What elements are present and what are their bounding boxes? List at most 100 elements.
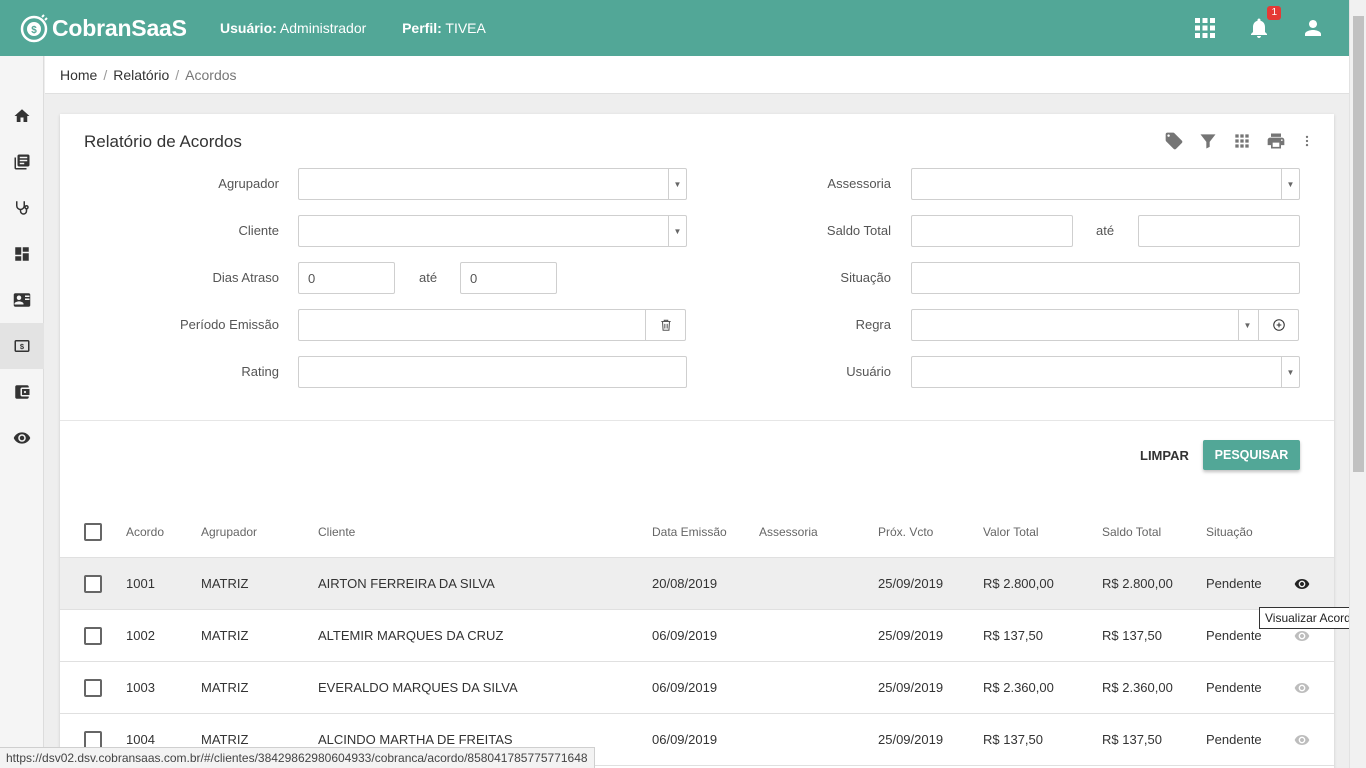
view-acordo-tooltip: Visualizar Acordo xyxy=(1259,607,1364,629)
cell-valor-total: R$ 137,50 xyxy=(983,628,1043,643)
col-prox-vcto[interactable]: Próx. Vcto xyxy=(878,506,933,557)
view-eye-icon[interactable] xyxy=(1294,662,1310,713)
dias-atraso-label: Dias Atraso xyxy=(212,270,279,285)
money-icon[interactable]: $ xyxy=(0,323,44,369)
row-checkbox[interactable] xyxy=(84,662,102,713)
dias-atraso-to-input[interactable]: 0 xyxy=(460,262,557,294)
apps-grid-icon[interactable] xyxy=(1192,15,1218,41)
dias-atraso-from-input[interactable]: 0 xyxy=(298,262,395,294)
notification-badge: 1 xyxy=(1267,6,1281,20)
bell-icon[interactable]: 1 xyxy=(1246,6,1281,41)
saldo-total-ate-label: até xyxy=(1096,223,1115,238)
cell-valor-total: R$ 137,50 xyxy=(983,732,1043,747)
row-checkbox[interactable] xyxy=(84,610,102,661)
contact-card-icon[interactable] xyxy=(0,277,44,323)
search-button[interactable]: PESQUISAR xyxy=(1203,440,1300,470)
situacao-input[interactable] xyxy=(911,262,1300,294)
trash-icon[interactable] xyxy=(645,310,685,340)
usuario-label: Usuário xyxy=(846,364,891,379)
home-icon[interactable] xyxy=(0,93,44,139)
col-cliente[interactable]: Cliente xyxy=(318,506,355,557)
brand-name: CobranSaaS xyxy=(52,14,187,41)
wallet-icon[interactable] xyxy=(0,369,44,415)
user-label: Usuário: xyxy=(220,20,277,36)
select-all-checkbox[interactable] xyxy=(84,506,102,557)
cell-acordo: 1001 xyxy=(126,576,155,591)
cell-agrupador: MATRIZ xyxy=(201,628,249,643)
chevron-down-icon: ▼ xyxy=(668,216,686,246)
report-card: Relatório de Acordos Agrupador ▼ Cliente… xyxy=(60,114,1334,768)
cell-cliente: ALTEMIR MARQUES DA CRUZ xyxy=(318,628,504,643)
clear-button[interactable]: LIMPAR xyxy=(1128,440,1201,470)
cell-agrupador: MATRIZ xyxy=(201,680,249,695)
more-vert-icon[interactable] xyxy=(1300,131,1314,151)
dashboard-icon[interactable] xyxy=(0,231,44,277)
cell-prox-vcto: 25/09/2019 xyxy=(878,628,944,643)
table-row[interactable]: 1001 MATRIZ AIRTON FERREIRA DA SILVA 20/… xyxy=(60,558,1334,610)
grid-icon[interactable] xyxy=(1232,131,1252,151)
assessoria-select[interactable]: ▼ xyxy=(911,168,1300,200)
top-app-bar: $ CobranSaaS Usuário: Administrador Perf… xyxy=(0,0,1366,56)
status-url-bar: https://dsv02.dsv.cobransaas.com.br/#/cl… xyxy=(0,747,595,768)
tag-icon[interactable] xyxy=(1164,131,1184,151)
cell-valor-total: R$ 2.360,00 xyxy=(983,680,1054,695)
stethoscope-icon[interactable] xyxy=(0,185,44,231)
breadcrumb-home[interactable]: Home xyxy=(60,67,97,83)
account-icon[interactable] xyxy=(1300,15,1326,41)
cell-data-emissao: 06/09/2019 xyxy=(652,732,718,747)
cell-situacao: Pendente xyxy=(1206,732,1262,747)
table-row[interactable]: 1002 MATRIZ ALTEMIR MARQUES DA CRUZ 06/0… xyxy=(60,610,1334,662)
vertical-scrollbar[interactable] xyxy=(1349,0,1366,768)
chevron-down-icon: ▼ xyxy=(1238,310,1256,340)
cliente-label: Cliente xyxy=(238,223,279,238)
brand-logo[interactable]: $ CobranSaaS xyxy=(18,12,218,44)
rating-input[interactable] xyxy=(298,356,687,388)
col-acordo[interactable]: Acordo xyxy=(126,506,164,557)
breadcrumb: Home / Relatório / Acordos xyxy=(45,56,1349,94)
usuario-select[interactable]: ▼ xyxy=(911,356,1300,388)
col-saldo-total[interactable]: Saldo Total xyxy=(1102,506,1161,557)
library-books-icon[interactable] xyxy=(0,139,44,185)
cell-saldo-total: R$ 2.800,00 xyxy=(1102,576,1173,591)
view-eye-icon[interactable] xyxy=(1294,558,1310,609)
cell-prox-vcto: 25/09/2019 xyxy=(878,732,944,747)
agrupador-label: Agrupador xyxy=(218,176,279,191)
cell-data-emissao: 20/08/2019 xyxy=(652,576,718,591)
user-info: Usuário: Administrador Perfil: TIVEA xyxy=(220,20,486,36)
row-checkbox[interactable] xyxy=(84,558,102,609)
svg-text:$: $ xyxy=(20,342,25,351)
cell-saldo-total: R$ 137,50 xyxy=(1102,628,1162,643)
situacao-label: Situação xyxy=(840,270,891,285)
print-icon[interactable] xyxy=(1266,131,1286,151)
coin-logo-icon: $ xyxy=(20,14,48,43)
cell-situacao: Pendente xyxy=(1206,628,1262,643)
page-title: Relatório de Acordos xyxy=(84,132,242,151)
periodo-emissao-input[interactable] xyxy=(298,309,686,341)
user-value: Administrador xyxy=(279,20,367,36)
table-row[interactable]: 1003 MATRIZ EVERALDO MARQUES DA SILVA 06… xyxy=(60,662,1334,714)
agrupador-select[interactable]: ▼ xyxy=(298,168,687,200)
rating-label: Rating xyxy=(241,364,279,379)
regra-select[interactable]: ▼ xyxy=(911,309,1299,341)
breadcrumb-relatorio[interactable]: Relatório xyxy=(113,67,169,83)
col-valor-total[interactable]: Valor Total xyxy=(983,506,1039,557)
svg-text:$: $ xyxy=(31,25,37,36)
view-eye-icon[interactable] xyxy=(1294,714,1310,765)
sidebar: $ xyxy=(0,56,44,768)
cell-cliente: EVERALDO MARQUES DA SILVA xyxy=(318,680,518,695)
col-assessoria[interactable]: Assessoria xyxy=(759,506,818,557)
chevron-down-icon: ▼ xyxy=(668,169,686,199)
table-header: Acordo Agrupador Cliente Data Emissão As… xyxy=(60,506,1334,558)
dias-atraso-ate-label: até xyxy=(419,270,438,285)
chevron-down-icon: ▼ xyxy=(1281,357,1299,387)
add-circle-icon[interactable] xyxy=(1258,310,1298,340)
cell-prox-vcto: 25/09/2019 xyxy=(878,576,944,591)
filter-icon[interactable] xyxy=(1198,131,1218,151)
col-situacao[interactable]: Situação xyxy=(1206,506,1253,557)
col-agrupador[interactable]: Agrupador xyxy=(201,506,257,557)
saldo-total-from-input[interactable] xyxy=(911,215,1073,247)
col-data-emissao[interactable]: Data Emissão xyxy=(652,506,727,557)
eye-icon[interactable] xyxy=(0,415,44,461)
saldo-total-to-input[interactable] xyxy=(1138,215,1300,247)
cliente-select[interactable]: ▼ xyxy=(298,215,687,247)
